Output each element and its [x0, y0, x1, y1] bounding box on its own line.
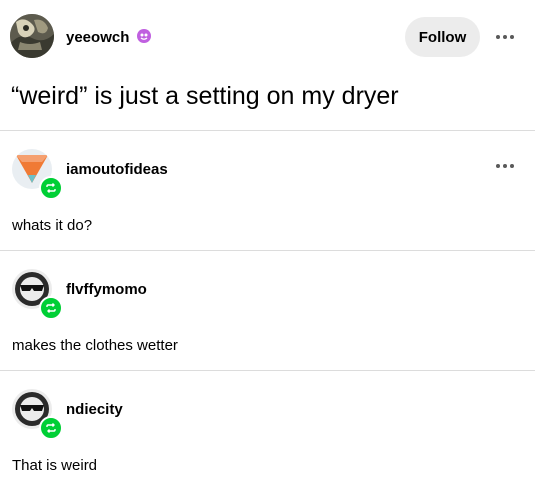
avatar[interactable]	[12, 389, 63, 440]
post-header: yeeowch Follow	[0, 0, 535, 72]
more-horizontal-icon[interactable]	[496, 34, 514, 40]
reply-username[interactable]: flvffymomo	[66, 281, 147, 298]
post-author-username[interactable]: yeeowch	[66, 29, 129, 46]
reblog-icon	[39, 176, 63, 200]
list-item: flvffymomo makes the clothes wetter	[0, 251, 535, 369]
avatar[interactable]	[10, 14, 54, 58]
avatar[interactable]	[12, 269, 63, 320]
blob-badge-icon	[137, 29, 151, 43]
more-horizontal-icon[interactable]	[496, 163, 514, 169]
list-item: iamoutofideas whats it do?	[0, 131, 535, 249]
avatar-image	[10, 14, 54, 58]
reply-text: whats it do?	[12, 217, 93, 234]
post-title: “weird” is just a setting on my dryer	[11, 82, 399, 110]
list-item: ndiecity That is weird	[0, 371, 535, 489]
reply-text: That is weird	[12, 457, 98, 474]
reblog-icon	[39, 416, 63, 440]
reply-username[interactable]: iamoutofideas	[66, 161, 168, 178]
reply-text: makes the clothes wetter	[12, 337, 178, 354]
avatar[interactable]	[12, 149, 63, 200]
reblog-icon	[39, 296, 63, 320]
reply-username[interactable]: ndiecity	[66, 401, 123, 418]
follow-button[interactable]: Follow	[405, 17, 480, 57]
